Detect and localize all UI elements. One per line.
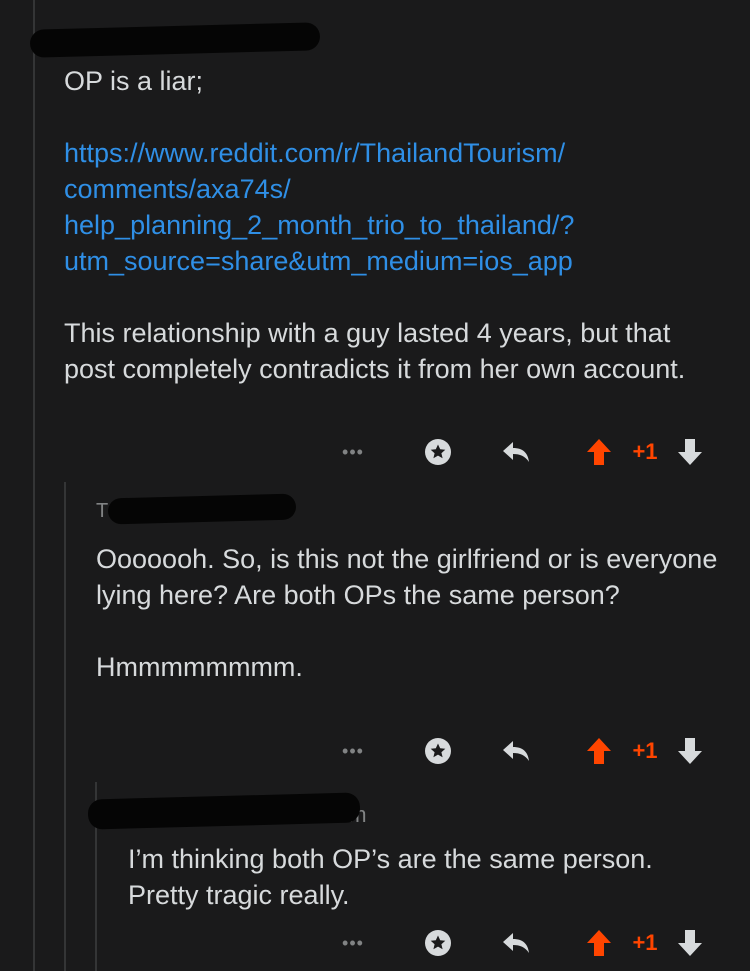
save-star-icon[interactable]	[420, 926, 456, 960]
vote-score: +1	[632, 439, 658, 464]
comment-body: OP is a liar; https://www.reddit.com/r/T…	[64, 63, 724, 387]
username[interactable]: T	[96, 500, 108, 523]
redaction-mark	[29, 22, 321, 58]
comment-actions: ••• +1	[340, 734, 720, 768]
comment-paragraph: I’m thinking both OP’s are the same pers…	[128, 844, 653, 910]
vote-score: +1	[632, 930, 658, 955]
redaction-mark	[87, 792, 361, 830]
thread-line-level-2	[64, 482, 66, 971]
comment-header: 5m	[87, 792, 378, 830]
comment-link[interactable]: https://www.reddit.com/r/ThailandTourism…	[64, 135, 724, 279]
comment-body: I’m thinking both OP’s are the same pers…	[128, 841, 688, 913]
more-options-icon[interactable]: •••	[340, 926, 366, 960]
comment-paragraph: OP is a liar;	[64, 66, 204, 96]
more-options-icon[interactable]: •••	[340, 734, 366, 768]
comment-header: T 12m	[96, 493, 316, 526]
link-line[interactable]: https://www.reddit.com/r/ThailandTourism…	[64, 135, 724, 171]
comment-paragraph: Ooooooh. So, is this not the girlfriend …	[96, 544, 718, 610]
reply-arrow-icon[interactable]	[498, 926, 534, 960]
downvote-arrow-icon[interactable]	[675, 926, 705, 960]
comment-body: Ooooooh. So, is this not the girlfriend …	[96, 541, 726, 685]
downvote-arrow-icon[interactable]	[675, 734, 705, 768]
link-line[interactable]: comments/axa74s/	[64, 171, 724, 207]
vote-score: +1	[632, 738, 658, 763]
link-line[interactable]: utm_source=share&utm_medium=ios_app	[64, 243, 724, 279]
upvote-arrow-icon[interactable]	[584, 926, 614, 960]
thread-line-level-1	[33, 0, 35, 971]
comment-header: 19m	[29, 22, 344, 58]
comment-actions: ••• +1	[340, 926, 720, 960]
redaction-mark	[107, 493, 297, 525]
link-line[interactable]: help_planning_2_month_trio_to_thailand/?	[64, 207, 724, 243]
comment-paragraph: Hmmmmmmmm.	[96, 652, 303, 682]
reply-arrow-icon[interactable]	[498, 734, 534, 768]
upvote-arrow-icon[interactable]	[584, 435, 614, 469]
downvote-arrow-icon[interactable]	[675, 435, 705, 469]
comment-paragraph: This relationship with a guy lasted 4 ye…	[64, 318, 686, 384]
upvote-arrow-icon[interactable]	[584, 734, 614, 768]
more-options-icon[interactable]: •••	[340, 435, 366, 469]
reply-arrow-icon[interactable]	[498, 435, 534, 469]
comment-actions: ••• +1	[340, 435, 720, 469]
save-star-icon[interactable]	[420, 734, 456, 768]
save-star-icon[interactable]	[420, 435, 456, 469]
